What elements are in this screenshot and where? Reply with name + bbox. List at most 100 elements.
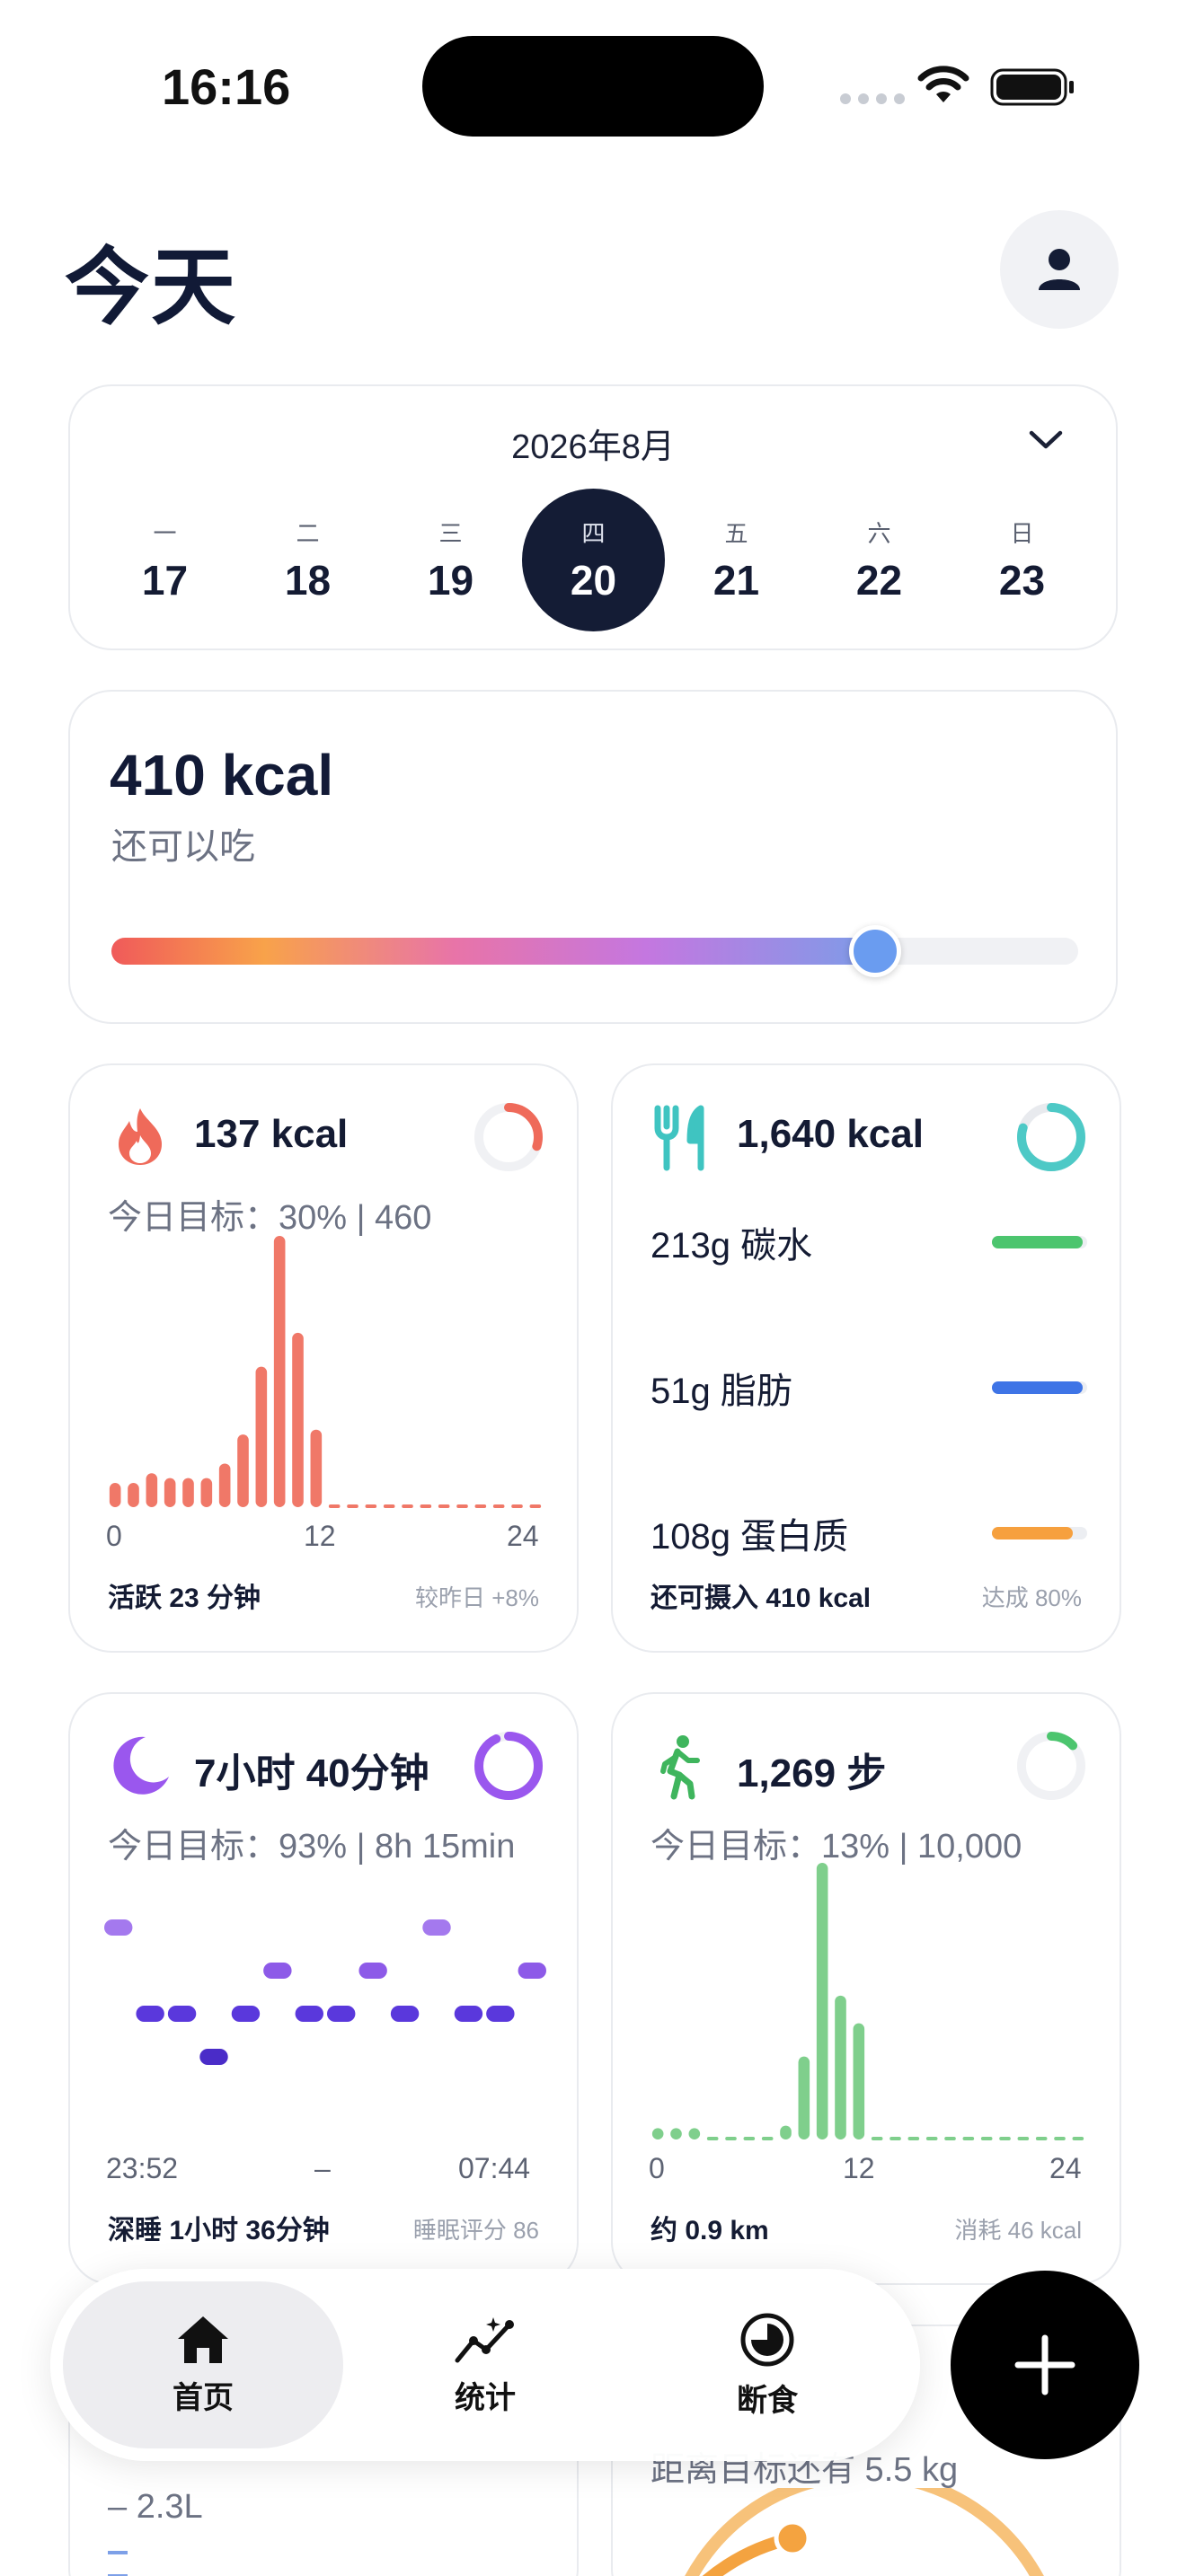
chart-bar bbox=[292, 1332, 304, 1507]
calendar-weekday: 六 bbox=[867, 520, 891, 547]
water-amount: – 2.3L bbox=[108, 2488, 203, 2526]
calendar-day[interactable]: 一 17 bbox=[93, 489, 236, 631]
profile-button[interactable] bbox=[1000, 210, 1119, 329]
person-icon bbox=[1039, 249, 1080, 290]
chart-bar-empty bbox=[743, 2137, 756, 2140]
remaining-calories-card[interactable]: 410 kcal 还可以吃 bbox=[68, 690, 1118, 1024]
sleep-stage-segment bbox=[454, 2006, 483, 2022]
chart-bar bbox=[688, 2128, 701, 2139]
calendar-day[interactable]: 五 21 bbox=[665, 489, 808, 631]
calendar-day[interactable]: 六 22 bbox=[808, 489, 951, 631]
macro-fat-label: 51g 脂肪 bbox=[651, 1372, 792, 1411]
chart-bar-empty bbox=[365, 1504, 377, 1508]
calendar-date: 18 bbox=[284, 557, 332, 604]
steps-card[interactable]: 1,269 步 今日目标：13% | 10,000 0 12 24 约 0.9 … bbox=[611, 1692, 1121, 2285]
nav-fasting[interactable]: 断食 bbox=[627, 2281, 907, 2448]
calendar-day[interactable]: 三 19 bbox=[379, 489, 522, 631]
battery-icon bbox=[990, 68, 1074, 106]
nav-stats-label: 统计 bbox=[455, 2380, 516, 2415]
macro-fat-fill bbox=[992, 1381, 1083, 1394]
chart-bar-empty bbox=[438, 1504, 450, 1508]
add-entry-button[interactable] bbox=[951, 2271, 1139, 2459]
dynamic-island bbox=[422, 36, 764, 137]
steps-axis-start: 0 bbox=[649, 2152, 665, 2184]
nav-home[interactable]: 首页 bbox=[63, 2281, 343, 2448]
burned-calories-card[interactable]: 137 kcal 今日目标：30% | 460 0 12 24 活跃 23 分钟… bbox=[68, 1063, 579, 1653]
sleep-stage-segment bbox=[358, 1963, 387, 1979]
page-title: 今天 bbox=[65, 240, 238, 334]
chart-bar-empty bbox=[761, 2137, 774, 2140]
macro-row-protein: 108g 蛋白质 bbox=[651, 1507, 1087, 1561]
food-achievement: 达成 80% bbox=[981, 1584, 1082, 1611]
remaining-progress-knob bbox=[849, 925, 902, 977]
burned-compare: 较昨日 +8% bbox=[415, 1584, 539, 1611]
calendar-day[interactable]: 二 18 bbox=[236, 489, 379, 631]
chart-bar-empty bbox=[1072, 2137, 1084, 2140]
macro-carbs-fill bbox=[992, 1236, 1083, 1248]
calendar-month[interactable]: 2026年8月 bbox=[70, 419, 1116, 468]
calendar-day[interactable]: 四 20 bbox=[522, 489, 665, 631]
calendar-weekday: 五 bbox=[724, 520, 748, 547]
sleep-stage-segment bbox=[263, 1963, 292, 1979]
chart-bar-empty bbox=[456, 1504, 468, 1508]
stats-trend-icon bbox=[455, 2316, 514, 2362]
sleep-axis-start: 23:52 bbox=[106, 2152, 179, 2184]
fasting-timer-icon bbox=[740, 2313, 794, 2366]
chart-bar-empty bbox=[706, 2137, 719, 2140]
sleep-stage-segment bbox=[390, 2006, 420, 2022]
chart-bar bbox=[670, 2128, 682, 2139]
calendar-weekday: 四 bbox=[581, 520, 606, 547]
macro-protein-fill bbox=[992, 1527, 1074, 1539]
food-intake-card[interactable]: 1,640 kcal 213g 碳水 51g 脂肪 108g 蛋白质 还可摄入 … bbox=[611, 1063, 1121, 1653]
chart-bar-empty bbox=[383, 1504, 395, 1508]
sleep-stage-segment bbox=[231, 2006, 261, 2022]
calendar-date: 19 bbox=[427, 557, 474, 604]
chart-bar-empty bbox=[420, 1504, 432, 1508]
status-bar: 16:16 bbox=[0, 0, 1186, 171]
chart-bar-empty bbox=[1017, 2137, 1030, 2140]
macro-row-carbs: 213g 碳水 bbox=[651, 1216, 1087, 1270]
calendar-date: 23 bbox=[998, 557, 1046, 604]
steps-axis-end: 24 bbox=[1049, 2152, 1082, 2184]
sleep-stage-segment bbox=[327, 2006, 356, 2022]
nav-home-label: 首页 bbox=[173, 2380, 234, 2415]
sleep-stage-segment bbox=[422, 1919, 451, 1936]
remaining-progress-bar bbox=[111, 925, 1078, 977]
macro-carbs-label: 213g 碳水 bbox=[651, 1226, 813, 1266]
fork-knife-icon bbox=[654, 1105, 704, 1171]
burned-axis-start: 0 bbox=[106, 1520, 122, 1552]
steps-distance: 约 0.9 km bbox=[651, 2216, 769, 2245]
macro-fat-bar bbox=[992, 1381, 1087, 1394]
chart-bar bbox=[853, 2023, 865, 2139]
chart-bar-empty bbox=[328, 1504, 341, 1508]
sleep-stage-segment bbox=[167, 2006, 197, 2022]
chart-bar-empty bbox=[492, 1504, 505, 1508]
chart-bar-empty bbox=[907, 2137, 920, 2140]
water-level-mark bbox=[108, 2551, 128, 2554]
sleep-score: 睡眠评分 86 bbox=[412, 2217, 539, 2244]
calendar-day[interactable]: 日 23 bbox=[951, 489, 1093, 631]
chart-bar-empty bbox=[980, 2137, 993, 2140]
nav-stats[interactable]: 统计 bbox=[345, 2281, 625, 2448]
chart-bar bbox=[218, 1463, 231, 1507]
calendar-date: 17 bbox=[141, 557, 189, 604]
weight-gauge bbox=[685, 2488, 1044, 2576]
sleep-stage-segment bbox=[486, 2006, 515, 2022]
sleep-stage-segment bbox=[199, 2049, 228, 2065]
plus-icon bbox=[1014, 2334, 1075, 2395]
calendar-weekday: 二 bbox=[296, 520, 320, 547]
macro-carbs-bar bbox=[992, 1236, 1087, 1248]
calendar-weekday: 日 bbox=[1010, 520, 1034, 547]
chart-bar-empty bbox=[962, 2137, 975, 2140]
food-progress-ring bbox=[1017, 1103, 1085, 1171]
macro-protein-label: 108g 蛋白质 bbox=[651, 1517, 849, 1557]
chart-bar bbox=[255, 1366, 268, 1507]
sleep-stage-segment bbox=[136, 2006, 164, 2022]
calendar-date: 21 bbox=[712, 557, 760, 604]
remaining-progress-fill bbox=[111, 938, 876, 965]
sleep-card[interactable]: 7小时 40分钟 今日目标：93% | 8h 15min 23:52 – 07:… bbox=[68, 1692, 579, 2285]
nav-fasting-label: 断食 bbox=[737, 2383, 798, 2418]
chevron-down-icon[interactable] bbox=[1028, 429, 1064, 451]
chart-bar-empty bbox=[347, 1504, 358, 1508]
sleep-stage-segment bbox=[104, 1919, 133, 1936]
